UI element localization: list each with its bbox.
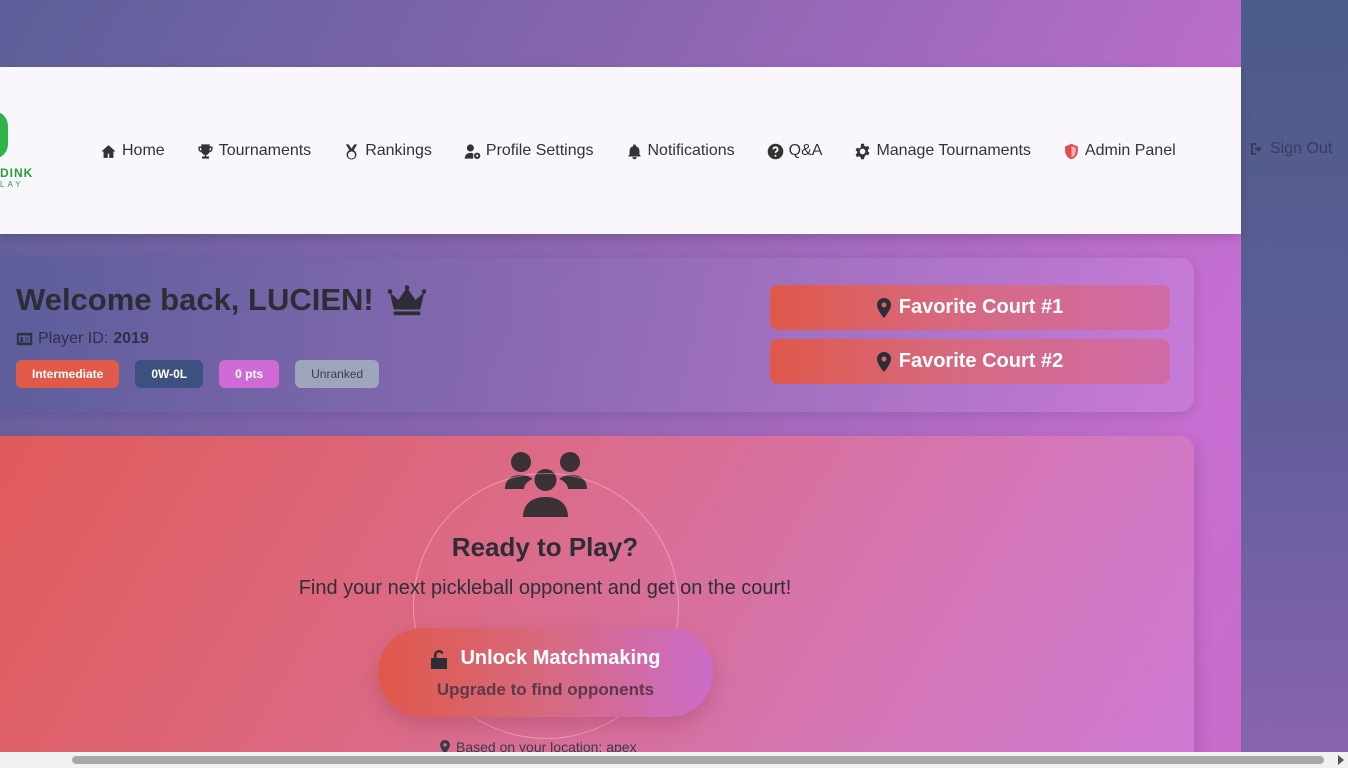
nav-item-home[interactable]: Home (100, 142, 165, 160)
nav-menu: Home Tournaments Rankings Profile Settin… (100, 140, 1208, 162)
nav-item-qa[interactable]: Q&A (767, 142, 823, 160)
sign-out-link[interactable]: Sign Out (1249, 140, 1332, 158)
unlock-matchmaking-button[interactable]: Unlock Matchmaking Upgrade to find oppon… (378, 628, 713, 717)
sign-out-icon (1251, 143, 1262, 155)
question-circle-icon (767, 143, 783, 159)
player-id-label: Player ID: (38, 330, 109, 347)
nav-item-profile-settings[interactable]: Profile Settings (464, 142, 594, 160)
right-background-strip (1241, 0, 1348, 768)
logo-pickleball-icon (0, 111, 8, 159)
unlock-main-row: Unlock Matchmaking (378, 647, 713, 670)
user-gear-icon (464, 143, 481, 159)
favorite-court-label: Favorite Court #1 (898, 296, 1064, 318)
favorite-court-label: Favorite Court #2 (898, 350, 1064, 372)
logo-subtext: LAY (0, 180, 24, 189)
skill-level-badge: Intermediate (16, 360, 120, 388)
favorite-court-1-button[interactable]: Favorite Court #1 (770, 285, 1170, 330)
id-card-icon (16, 332, 33, 346)
nav-item-label: Notifications (647, 142, 735, 159)
navbar: DINK LAY Home Tournaments Rankings Profi… (0, 67, 1241, 234)
shield-icon (1065, 143, 1078, 159)
bell-icon (627, 143, 641, 159)
player-id-value: 2019 (113, 330, 149, 347)
medal-icon (346, 143, 358, 160)
scroll-right-arrow-icon[interactable] (1338, 755, 1344, 765)
ready-to-play-subtitle: Find your next pickleball opponent and g… (298, 577, 792, 599)
rank-badge: Unranked (295, 360, 380, 388)
home-icon (101, 144, 116, 158)
nav-item-admin-panel[interactable]: Admin Panel (1063, 142, 1176, 160)
player-badges: Intermediate 0W-0L 0 pts Unranked (16, 360, 380, 388)
record-badge: 0W-0L (135, 360, 204, 388)
logo[interactable]: DINK LAY (0, 107, 52, 197)
nav-item-label: Rankings (365, 142, 432, 159)
gear-icon (856, 143, 870, 159)
nav-item-label: Manage Tournaments (876, 142, 1031, 159)
nav-item-manage-tournaments[interactable]: Manage Tournaments (854, 142, 1031, 160)
unlock-button-label: Unlock Matchmaking (460, 647, 661, 669)
nav-item-label: Admin Panel (1084, 142, 1176, 159)
nav-item-tournaments[interactable]: Tournaments (197, 142, 312, 160)
nav-item-label: Home (122, 142, 165, 159)
player-id: Player ID: 2019 (16, 330, 149, 348)
nav-item-label: Tournaments (218, 142, 312, 159)
logo-text: DINK (0, 166, 34, 180)
map-pin-icon (876, 351, 891, 372)
welcome-title-text: Welcome back, LUCIEN! (16, 282, 374, 317)
nav-item-rankings[interactable]: Rankings (343, 142, 432, 160)
nav-item-notifications[interactable]: Notifications (626, 142, 735, 160)
sign-out-label: Sign Out (1270, 140, 1333, 157)
trophy-icon (198, 143, 213, 159)
map-pin-icon (876, 297, 891, 318)
crown-icon (387, 285, 426, 316)
points-badge: 0 pts (219, 360, 280, 388)
favorite-court-2-button[interactable]: Favorite Court #2 (770, 339, 1170, 384)
ready-to-play-title: Ready to Play? (451, 532, 639, 562)
horizontal-scrollbar[interactable] (0, 752, 1348, 768)
unlock-button-sublabel: Upgrade to find opponents (436, 680, 655, 699)
scrollbar-thumb[interactable] (72, 756, 1324, 764)
nav-item-label: Q&A (788, 142, 823, 159)
welcome-heading: Welcome back, LUCIEN! (16, 282, 426, 318)
nav-item-label: Profile Settings (485, 142, 594, 159)
unlock-icon (431, 649, 448, 669)
